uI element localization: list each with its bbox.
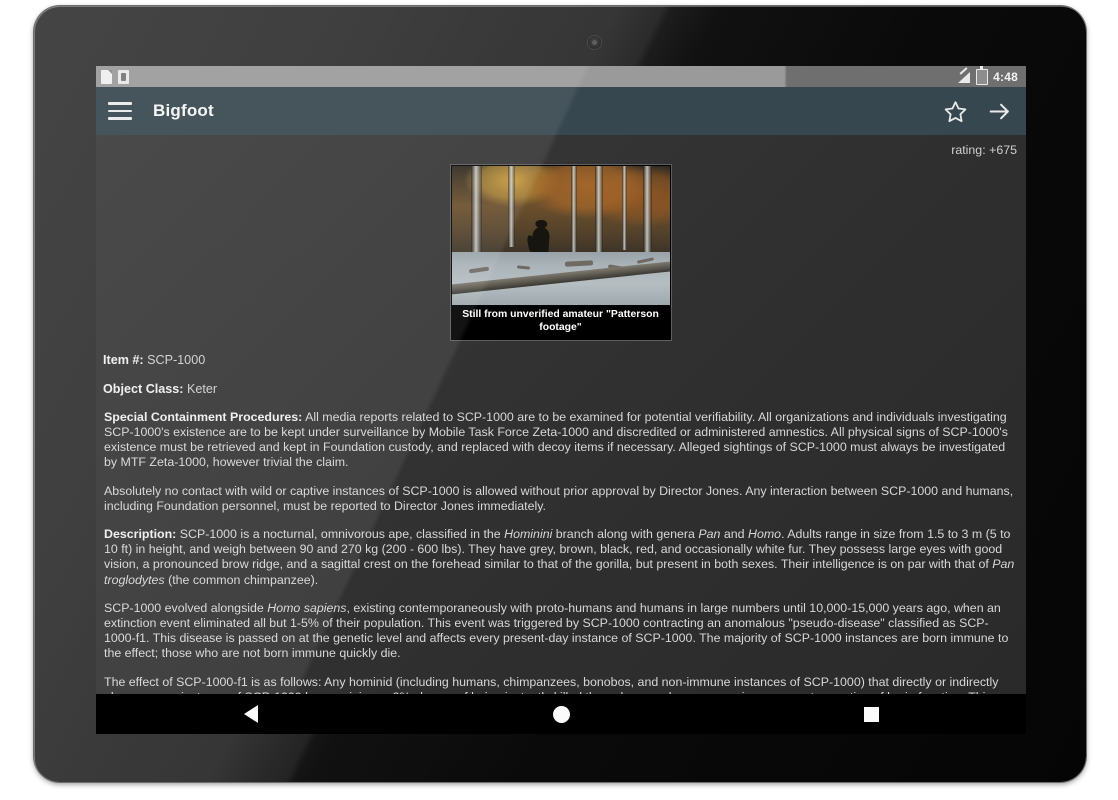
signal-no-service-icon bbox=[958, 66, 971, 83]
field-label: Object Class: bbox=[103, 381, 184, 396]
rating-label: rating: +675 bbox=[951, 143, 1017, 157]
article-fields: Item #: SCP-1000 Object Class: Keter bbox=[103, 353, 1018, 396]
home-circle-icon bbox=[552, 705, 570, 723]
arrow-right-icon[interactable] bbox=[987, 99, 1012, 124]
article-content[interactable]: rating: +675 Still from unverified amate… bbox=[96, 135, 1026, 694]
field-item-number: Item #: SCP-1000 bbox=[103, 353, 1018, 368]
field-label: Item #: bbox=[103, 353, 144, 368]
recents-square-icon bbox=[863, 706, 879, 722]
nav-home-button[interactable] bbox=[501, 694, 621, 734]
back-triangle-icon bbox=[244, 705, 258, 723]
battery-icon bbox=[976, 66, 989, 85]
tablet-screen: 4:48 Bigfoot rating: +675 Still from unv… bbox=[96, 66, 1026, 694]
paragraph-effect: The effect of SCP-1000-f1 is as follows:… bbox=[104, 675, 1017, 694]
camera-dot-icon bbox=[588, 36, 601, 49]
android-navigation-bar bbox=[96, 694, 1026, 734]
field-object-class: Object Class: Keter bbox=[103, 382, 1018, 397]
paragraph-label: Special Containment Procedures: bbox=[104, 409, 303, 424]
field-value: SCP-1000 bbox=[143, 353, 206, 368]
patterson-footage-image bbox=[451, 166, 670, 306]
page-title: Bigfoot bbox=[153, 101, 214, 120]
paragraph-description: Description: SCP-1000 is a nocturnal, om… bbox=[104, 527, 1017, 588]
nav-recents-button[interactable] bbox=[811, 694, 931, 734]
status-bar: 4:48 bbox=[96, 66, 1026, 87]
paragraph-label: Description: bbox=[104, 527, 177, 542]
status-bar-system: 4:48 bbox=[958, 66, 1026, 85]
app-bar: Bigfoot bbox=[96, 87, 1026, 135]
paragraph-text: The effect of SCP-1000-f1 is as follows:… bbox=[104, 674, 999, 694]
status-bar-notifications bbox=[96, 69, 129, 84]
app-bar-actions bbox=[943, 99, 1012, 124]
paragraph-containment: Special Containment Procedures: All medi… bbox=[104, 410, 1017, 471]
paragraph-text: SCP-1000 evolved alongside Homo sapiens,… bbox=[104, 600, 1009, 661]
nav-back-button[interactable] bbox=[191, 694, 311, 734]
forest-canopy bbox=[451, 166, 670, 256]
field-value: Keter bbox=[183, 381, 218, 396]
camera-lens-core bbox=[592, 40, 597, 45]
article-body: Special Containment Procedures: All medi… bbox=[103, 410, 1018, 694]
tablet-device-frame: 4:48 Bigfoot rating: +675 Still from unv… bbox=[34, 6, 1086, 782]
paragraph-text: SCP-1000 is a nocturnal, omnivorous ape,… bbox=[104, 527, 1015, 587]
star-outline-icon[interactable] bbox=[943, 99, 968, 124]
app-icon bbox=[118, 69, 129, 84]
paragraph-evolution: SCP-1000 evolved alongside Homo sapiens,… bbox=[104, 601, 1017, 662]
status-bar-clock: 4:48 bbox=[993, 69, 1018, 84]
article-figure: Still from unverified amateur "Patterson… bbox=[449, 164, 672, 342]
hamburger-menu-icon[interactable] bbox=[108, 102, 132, 120]
document-icon bbox=[101, 69, 112, 84]
paragraph-contact-policy: Absolutely no contact with wild or capti… bbox=[104, 484, 1017, 514]
figure-caption: Still from unverified amateur "Patterson… bbox=[451, 305, 670, 340]
paragraph-text: Absolutely no contact with wild or capti… bbox=[104, 483, 1014, 513]
